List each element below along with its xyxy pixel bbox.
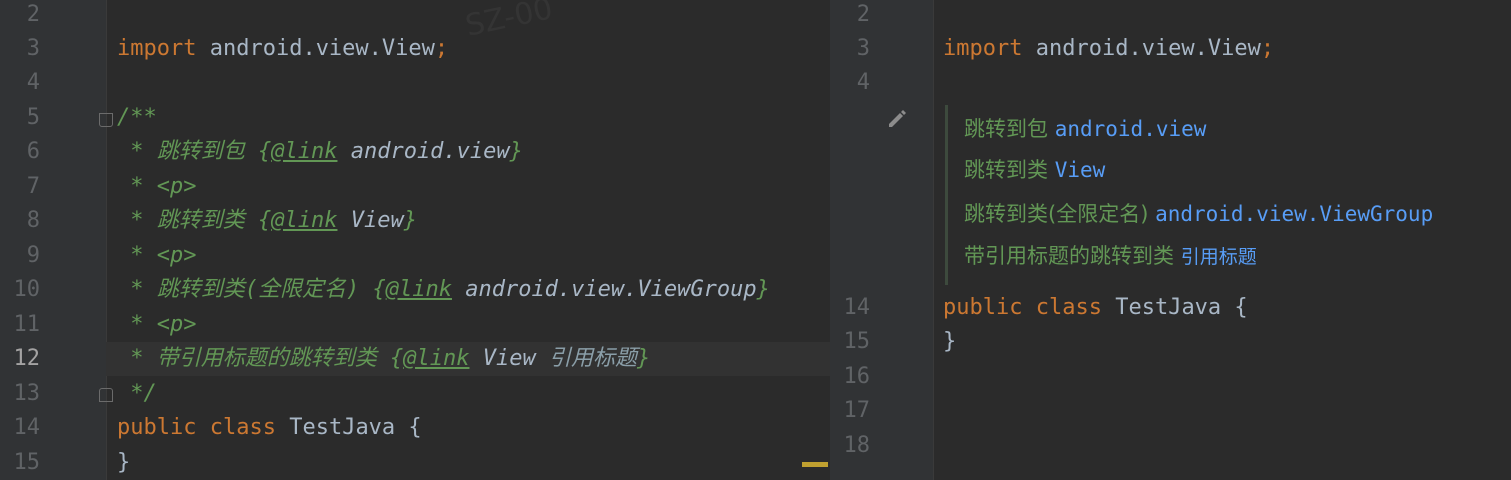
line-number: 14 xyxy=(843,295,871,320)
left-gutter: 2 3 4 5 6 7 8 9 10 11 12 13 14 15 xyxy=(0,0,113,480)
code-line[interactable]: * 跳转到包 {@link android.view} xyxy=(117,135,523,169)
code-line[interactable]: import android.view.View; xyxy=(117,32,448,66)
code-line[interactable]: * 跳转到类 {@link View} xyxy=(117,204,417,238)
doc-block-bar xyxy=(945,105,948,285)
code-line[interactable]: public class TestJava { xyxy=(117,411,422,445)
line-number: 17 xyxy=(843,398,871,423)
line-number: 15 xyxy=(13,450,41,475)
scrollbar-warning-marker[interactable] xyxy=(802,462,828,467)
doc-link[interactable]: android.view.ViewGroup xyxy=(1155,202,1433,226)
line-number: 4 xyxy=(856,70,870,95)
rendered-javadoc-block[interactable]: 跳转到包 android.view 跳转到类 View 跳转到类(全限定名) a… xyxy=(945,105,1505,285)
doc-link[interactable]: View xyxy=(1055,158,1106,182)
fold-collapse-icon[interactable] xyxy=(99,113,113,127)
code-line[interactable]: import android.view.View; xyxy=(943,32,1274,66)
line-number: 14 xyxy=(13,415,41,440)
line-number: 2 xyxy=(856,2,870,27)
code-line[interactable]: * 跳转到类(全限定名) {@link android.view.ViewGro… xyxy=(117,273,770,307)
code-line[interactable]: public class TestJava { xyxy=(943,291,1248,325)
code-line[interactable]: * <p> xyxy=(117,170,196,204)
rendered-doc-line: 带引用标题的跳转到类 引用标题 xyxy=(964,244,1257,268)
line-number: 15 xyxy=(843,329,871,354)
rendered-doc-line: 跳转到类(全限定名) android.view.ViewGroup xyxy=(964,202,1434,226)
code-line[interactable]: * <p> xyxy=(117,308,196,342)
code-line[interactable]: } xyxy=(117,446,130,480)
line-number: 2 xyxy=(26,2,40,27)
line-number: 4 xyxy=(26,70,40,95)
line-number: 6 xyxy=(26,139,40,164)
doc-link[interactable]: 引用标题 xyxy=(1181,246,1257,268)
line-number: 11 xyxy=(13,312,41,337)
line-number-current: 12 xyxy=(13,346,41,371)
rendered-doc-editor-pane[interactable]: 2 3 4 14 15 16 17 18 import android.view… xyxy=(830,0,1511,480)
line-number: 10 xyxy=(13,277,41,302)
line-number: 18 xyxy=(843,433,871,458)
line-number: 3 xyxy=(26,36,40,61)
doc-link[interactable]: android.view xyxy=(1055,117,1207,141)
line-number: 7 xyxy=(26,174,40,199)
right-gutter: 2 3 4 14 15 16 17 18 xyxy=(830,0,934,480)
fold-end-icon[interactable] xyxy=(99,388,113,402)
pencil-icon[interactable] xyxy=(885,106,909,130)
code-line[interactable]: } xyxy=(943,325,956,359)
line-number: 5 xyxy=(26,105,40,130)
watermark: SZ-00 xyxy=(462,0,556,44)
source-editor-pane[interactable]: SZ-00 2 3 4 5 6 7 8 9 10 11 12 13 14 15 … xyxy=(0,0,830,480)
line-number: 9 xyxy=(26,243,40,268)
rendered-doc-line: 跳转到包 android.view xyxy=(964,117,1207,141)
code-line-current[interactable]: * 带引用标题的跳转到类 {@link View 引用标题} xyxy=(117,342,650,376)
line-number: 13 xyxy=(13,381,41,406)
code-line[interactable]: /** xyxy=(117,101,157,135)
code-line[interactable]: */ xyxy=(117,377,157,411)
rendered-doc-line: 跳转到类 View xyxy=(964,158,1106,182)
line-number: 16 xyxy=(843,364,871,389)
line-number: 8 xyxy=(26,208,40,233)
line-number: 3 xyxy=(856,36,870,61)
code-line[interactable]: * <p> xyxy=(117,239,196,273)
